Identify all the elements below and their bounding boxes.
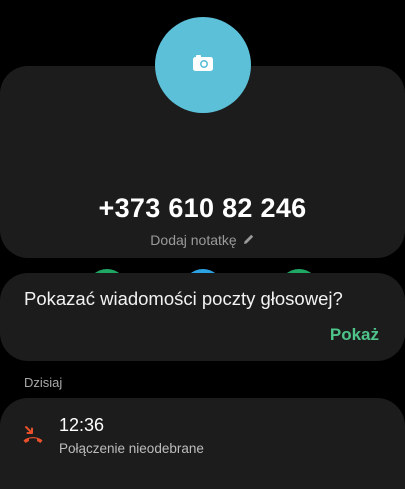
voicemail-question: Pokazać wiadomości poczty głosowej?: [24, 288, 343, 309]
missed-call-icon: [22, 424, 44, 446]
phone-number: +373 610 82 246: [98, 193, 307, 223]
contact-avatar[interactable]: [155, 17, 251, 113]
pencil-icon: [243, 232, 255, 248]
voicemail-card: Pokazać wiadomości poczty głosowej? Poka…: [0, 273, 405, 361]
call-time: 12:36: [59, 415, 105, 435]
camera-icon: [192, 54, 214, 77]
add-note-button[interactable]: Dodaj notatkę: [0, 232, 405, 248]
show-voicemail-button[interactable]: Pokaż: [330, 325, 379, 345]
section-header-today: Dzisiaj: [24, 375, 63, 390]
call-status: Połączenie nieodebrane: [59, 441, 204, 456]
call-log-entry[interactable]: 12:36 Połączenie nieodebrane: [0, 398, 405, 489]
add-note-label: Dodaj notatkę: [150, 232, 237, 248]
